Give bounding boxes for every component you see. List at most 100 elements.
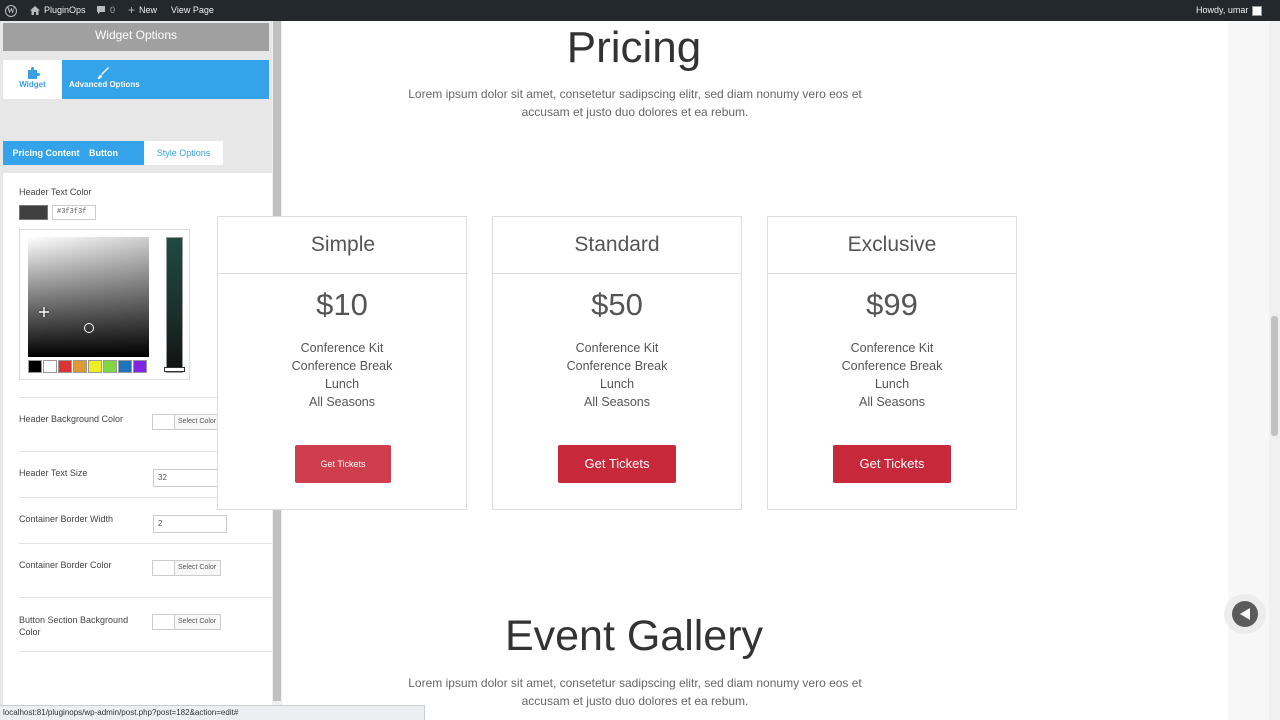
pricing-description-line1: Lorem ipsum dolor sit amet, consetetur s… xyxy=(408,87,862,101)
color-cursor[interactable] xyxy=(84,323,94,333)
header-bg-color-select[interactable]: Select Color xyxy=(152,414,221,430)
card-feature: Conference Kit xyxy=(575,341,659,355)
container-border-color-label: Container Border Color xyxy=(19,560,112,570)
status-url: localhost:81/pluginops/wp-admin/post.php… xyxy=(0,705,425,720)
card-price: $10 xyxy=(316,287,368,322)
palette-swatch[interactable] xyxy=(43,360,57,373)
header-bg-color-label: Header Background Color xyxy=(19,414,124,424)
palette-swatch[interactable] xyxy=(118,360,132,373)
card-name: Simple xyxy=(218,217,468,274)
divider xyxy=(19,543,272,544)
select-color-label: Select Color xyxy=(178,564,217,571)
button-section-bg-color-label: Button Section Background Color xyxy=(19,615,129,637)
pricing-card-standard: Standard $50 Conference Kit Conference B… xyxy=(492,216,742,510)
card-feature: Conference Kit xyxy=(850,341,934,355)
palette-swatch[interactable] xyxy=(103,360,117,373)
sidebar-title: Widget Options xyxy=(3,23,269,51)
gallery-description: Lorem ipsum dolor sit amet, consetetur s… xyxy=(340,674,930,710)
card-price: $99 xyxy=(866,287,918,322)
button-section-bg-color-select[interactable]: Select Color xyxy=(152,614,221,630)
tab-widget-label: Widget xyxy=(19,80,46,89)
style-subtabs: Pricing Content Button Style Options xyxy=(3,141,223,165)
home-icon xyxy=(30,6,40,15)
plus-icon: + xyxy=(128,3,136,17)
card-feature: All Seasons xyxy=(583,395,650,409)
palette-swatch[interactable] xyxy=(58,360,72,373)
card-feature: Conference Kit xyxy=(300,341,384,355)
card-feature: Conference Break xyxy=(566,359,668,373)
event-gallery-heading: Event Gallery xyxy=(504,612,764,660)
divider xyxy=(19,651,272,652)
card-feature: Conference Break xyxy=(291,359,393,373)
get-tickets-button[interactable]: Get Tickets xyxy=(295,445,391,483)
avatar xyxy=(1252,5,1263,16)
move-cursor-icon xyxy=(38,306,50,318)
color-swatch xyxy=(153,561,175,575)
brush-icon xyxy=(97,67,109,79)
gallery-description-line2: accusam et justo duo dolores et ea rebum… xyxy=(521,694,749,708)
card-feature: All Seasons xyxy=(858,395,925,409)
color-palette xyxy=(28,360,147,373)
puzzle-icon xyxy=(27,67,40,79)
get-tickets-button[interactable]: Get Tickets xyxy=(558,445,676,483)
color-picker xyxy=(19,229,190,380)
container-border-width-input[interactable]: 2 xyxy=(153,515,227,533)
new-link[interactable]: + New xyxy=(128,0,157,21)
account-menu[interactable]: Howdy, umar xyxy=(1196,0,1263,21)
palette-swatch[interactable] xyxy=(133,360,147,373)
palette-swatch[interactable] xyxy=(88,360,102,373)
card-feature: All Seasons xyxy=(308,395,375,409)
subtab-style-options[interactable]: Style Options xyxy=(144,141,223,165)
subtab-button[interactable]: Button xyxy=(89,141,144,165)
site-name: PluginOps xyxy=(44,5,86,15)
saturation-value-area[interactable] xyxy=(28,237,149,357)
new-label: New xyxy=(139,5,158,15)
color-swatch xyxy=(153,615,175,629)
card-feature: Lunch xyxy=(324,377,360,391)
tab-advanced-options[interactable]: Advanced Options xyxy=(62,60,269,99)
pricing-description: Lorem ipsum dolor sit amet, consetetur s… xyxy=(340,85,930,121)
admin-bar: W PluginOps 0 + New View Page Howdy, uma… xyxy=(0,0,1280,21)
pricing-heading: Pricing xyxy=(566,23,702,72)
card-name: Standard xyxy=(493,217,741,274)
card-name: Exclusive xyxy=(768,217,1016,274)
back-button[interactable] xyxy=(1224,594,1266,634)
pricing-description-line2: accusam et justo duo dolores et ea rebum… xyxy=(521,105,749,119)
header-text-size-label: Header Text Size xyxy=(19,468,88,478)
container-border-color-select[interactable]: Select Color xyxy=(152,560,221,576)
header-text-color-swatch[interactable] xyxy=(19,205,48,220)
pricing-card-exclusive: Exclusive $99 Conference Kit Conference … xyxy=(767,216,1017,510)
subtab-pricing-content[interactable]: Pricing Content xyxy=(3,141,89,165)
view-page-label: View Page xyxy=(171,5,214,15)
comment-icon xyxy=(97,6,105,15)
palette-swatch[interactable] xyxy=(73,360,87,373)
palette-swatch[interactable] xyxy=(28,360,42,373)
view-page-link[interactable]: View Page xyxy=(171,0,214,21)
color-swatch xyxy=(153,415,175,429)
card-feature: Conference Break xyxy=(841,359,943,373)
comments-count: 0 xyxy=(110,5,116,15)
card-feature: Lunch xyxy=(599,377,635,391)
select-color-label: Select Color xyxy=(178,618,217,625)
divider xyxy=(19,597,272,598)
page-scrollbar-thumb[interactable] xyxy=(1271,316,1278,436)
header-text-size-input[interactable]: 32 xyxy=(153,469,227,487)
container-border-width-label: Container Border Width xyxy=(19,514,114,524)
get-tickets-button[interactable]: Get Tickets xyxy=(833,445,951,483)
tab-advanced-label: Advanced Options xyxy=(69,80,140,89)
greeting: Howdy, umar xyxy=(1196,5,1249,15)
back-arrow-icon xyxy=(1232,601,1258,627)
card-feature: Lunch xyxy=(874,377,910,391)
pricing-card-simple: Simple $10 Conference Kit Conference Bre… xyxy=(217,216,468,510)
gallery-description-line1: Lorem ipsum dolor sit amet, consetetur s… xyxy=(408,676,862,690)
header-text-color-label: Header Text Color xyxy=(19,187,92,197)
hue-slider[interactable] xyxy=(166,237,183,373)
comments-link[interactable]: 0 xyxy=(96,0,115,21)
hue-slider-handle[interactable] xyxy=(164,367,185,372)
card-price: $50 xyxy=(591,287,643,322)
select-color-label: Select Color xyxy=(178,418,217,425)
wordpress-logo-icon[interactable]: W xyxy=(5,0,17,21)
tab-widget[interactable]: Widget xyxy=(3,60,62,99)
header-text-color-input[interactable]: #3f3f3f xyxy=(52,205,96,220)
site-name-link[interactable]: PluginOps xyxy=(30,0,86,21)
